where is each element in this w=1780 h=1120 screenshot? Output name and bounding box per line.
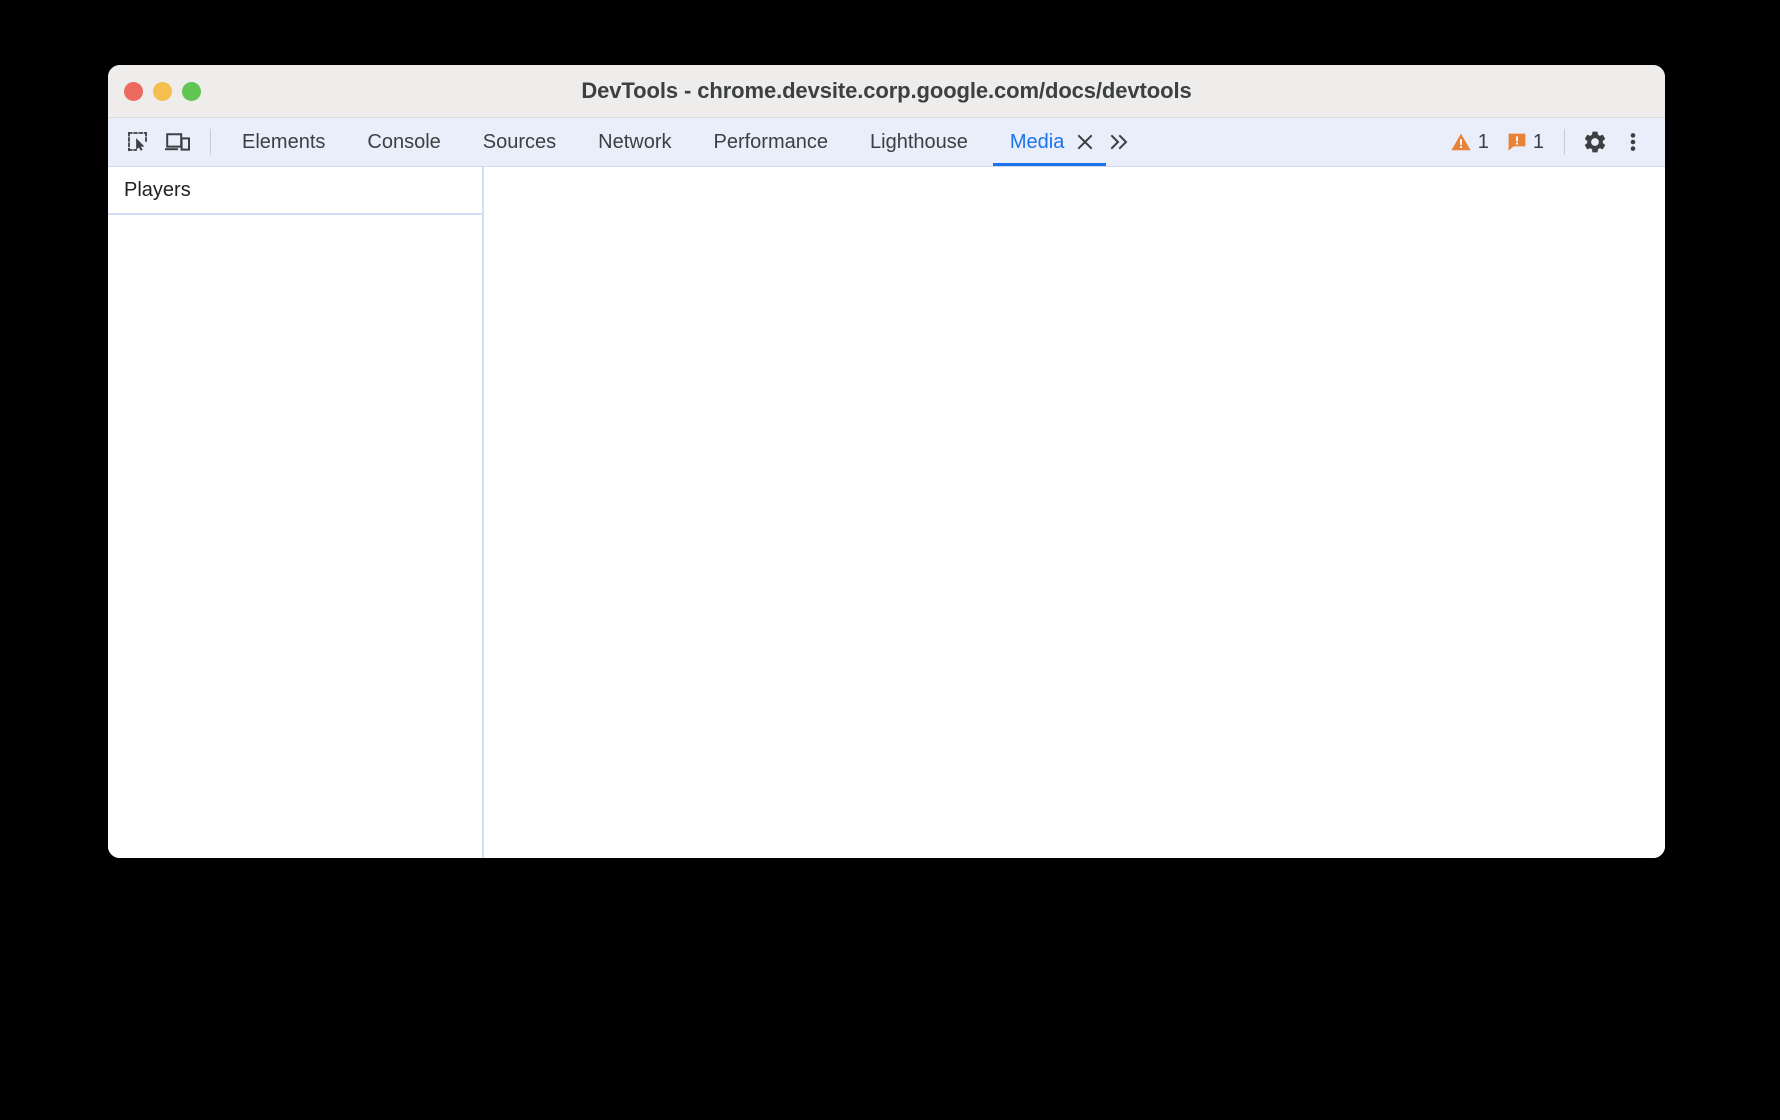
more-options-button[interactable] — [1615, 124, 1651, 160]
player-detail-pane[interactable] — [484, 167, 1665, 858]
screen-background: DevTools - chrome.devsite.corp.google.co… — [0, 0, 1780, 1120]
close-icon — [1077, 134, 1093, 150]
inspect-element-button[interactable] — [120, 124, 156, 160]
media-panel: Players — [108, 167, 1665, 858]
tab-lighthouse[interactable]: Lighthouse — [849, 118, 989, 166]
device-toolbar-button[interactable] — [160, 124, 196, 160]
inspect-element-icon — [128, 132, 147, 151]
window-title: DevTools - chrome.devsite.corp.google.co… — [581, 78, 1192, 103]
minimize-window-button[interactable] — [153, 81, 172, 101]
maximize-window-button[interactable] — [182, 81, 201, 101]
warnings-count: 1 — [1477, 130, 1489, 153]
devtools-toolbar: Elements Console Sources Network Perform… — [108, 118, 1665, 167]
close-window-button[interactable] — [124, 81, 143, 101]
window-controls — [124, 65, 201, 117]
warning-triangle-icon — [1451, 133, 1471, 151]
chevron-double-right-icon — [1110, 134, 1128, 150]
panel-tabs: Elements Console Sources Network Perform… — [221, 118, 1442, 166]
issue-badge-icon — [1508, 133, 1526, 151]
tab-elements[interactable]: Elements — [221, 118, 346, 166]
warnings-badge[interactable]: 1 — [1442, 124, 1497, 160]
toolbar-right-controls: 1 1 — [1442, 118, 1665, 166]
issues-badge[interactable]: 1 — [1499, 124, 1552, 160]
window-titlebar: DevTools - chrome.devsite.corp.google.co… — [108, 65, 1665, 118]
tab-network[interactable]: Network — [577, 118, 692, 166]
tab-sources[interactable]: Sources — [462, 118, 577, 166]
players-header: Players — [108, 167, 482, 215]
gear-icon — [1584, 131, 1606, 153]
settings-button[interactable] — [1577, 124, 1613, 160]
tab-console[interactable]: Console — [346, 118, 461, 166]
device-toolbar-icon — [165, 133, 191, 151]
tab-media[interactable]: Media — [989, 118, 1071, 166]
issues-count: 1 — [1532, 130, 1544, 153]
players-sidebar: Players — [108, 167, 484, 858]
toolbar-separator — [210, 129, 211, 155]
toolbar-separator-right — [1564, 129, 1565, 155]
kebab-menu-icon — [1630, 133, 1636, 151]
more-panels-button[interactable] — [1100, 118, 1140, 166]
tab-performance[interactable]: Performance — [693, 118, 850, 166]
close-media-tab-button[interactable] — [1070, 118, 1107, 166]
toolbar-left-controls — [108, 118, 221, 166]
devtools-window: DevTools - chrome.devsite.corp.google.co… — [108, 65, 1665, 858]
players-list[interactable] — [108, 215, 482, 858]
